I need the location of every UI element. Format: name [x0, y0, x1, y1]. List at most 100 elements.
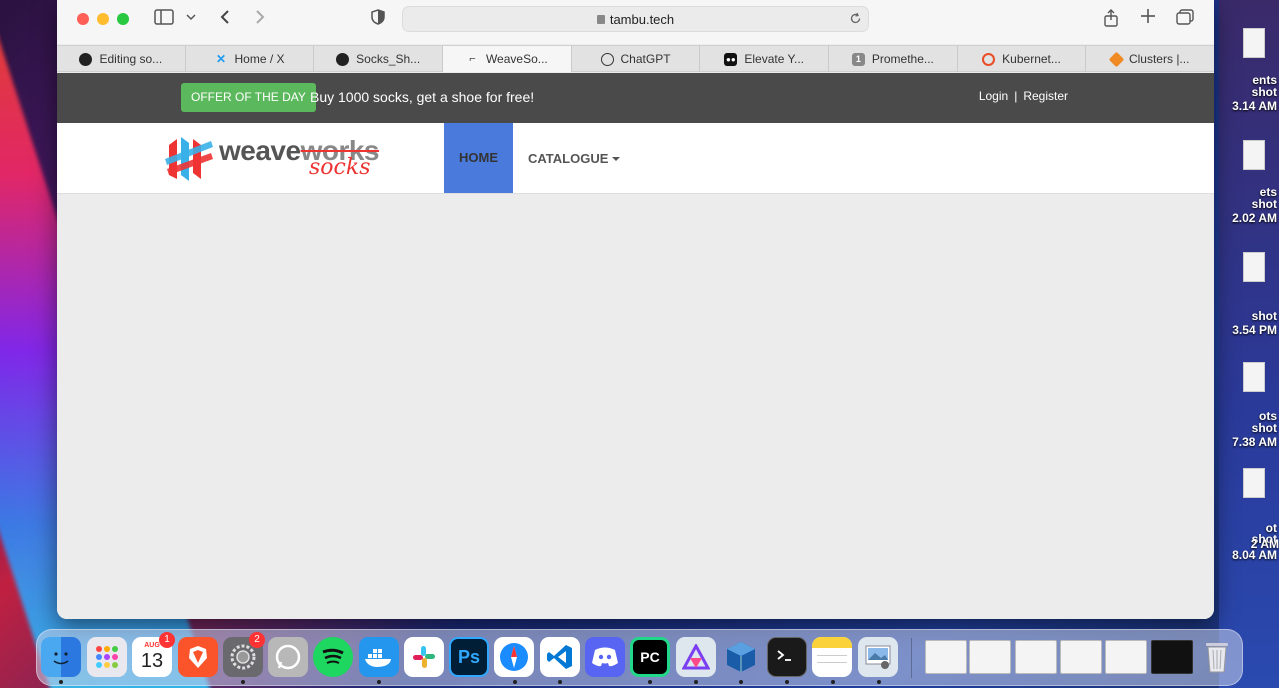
desktop-file-label: 3.54 PM: [1232, 323, 1277, 337]
spotify-icon[interactable]: [313, 637, 353, 677]
docker-icon[interactable]: [359, 637, 399, 677]
running-indicator: [513, 680, 517, 684]
medium-icon: ●●: [724, 52, 738, 66]
tab-github-socks[interactable]: Socks_Sh...: [314, 46, 444, 72]
virtualbox-icon[interactable]: [721, 637, 761, 677]
offer-badge[interactable]: OFFER OF THE DAY: [181, 83, 316, 112]
cube-icon: [1108, 51, 1125, 67]
whatsapp-icon[interactable]: [268, 637, 308, 677]
desktop-file-icon[interactable]: [1243, 468, 1265, 498]
offer-text: Buy 1000 socks, get a shoe for free!: [310, 89, 535, 105]
calendar-badge: 1: [159, 632, 175, 648]
reload-icon[interactable]: [849, 12, 862, 30]
discord-icon[interactable]: [585, 637, 625, 677]
dock-separator: [911, 638, 912, 678]
url-text: tambu.tech: [609, 12, 675, 27]
tab-chatgpt[interactable]: ChatGPT: [572, 46, 701, 72]
running-indicator: [648, 680, 652, 684]
tab-clusters[interactable]: Clusters |...: [1086, 46, 1214, 72]
desktop-file-label: 7.38 AM: [1232, 435, 1277, 449]
launchpad-icon[interactable]: [87, 637, 127, 677]
desktop-file-icon[interactable]: [1243, 28, 1265, 58]
login-link[interactable]: Login: [979, 89, 1008, 103]
brave-icon[interactable]: [178, 637, 218, 677]
logo-weave: weave: [219, 135, 301, 166]
tab-x-home[interactable]: ✕ Home / X: [186, 46, 315, 72]
tab-prometheus[interactable]: 1 Promethe...: [829, 46, 958, 72]
back-icon[interactable]: [217, 9, 233, 29]
tab-bar: Editing so... ✕ Home / X Socks_Sh... ⌐ W…: [57, 45, 1214, 72]
github-icon: [336, 52, 350, 66]
forward-icon[interactable]: [252, 9, 268, 29]
desktop-file-label: shot: [1251, 85, 1277, 99]
running-indicator: [785, 680, 789, 684]
desktop-file-label: 3.14 AM: [1232, 99, 1277, 113]
notes-icon[interactable]: [812, 637, 852, 677]
running-indicator: [59, 680, 63, 684]
finder-icon[interactable]: [41, 637, 81, 677]
address-bar[interactable]: tambu.tech: [402, 6, 869, 32]
tab-github-editing[interactable]: Editing so...: [57, 46, 186, 72]
weaveworks-socks-logo[interactable]: weaveworks socks: [165, 133, 405, 185]
vscode-icon[interactable]: [540, 637, 580, 677]
photoshop-icon[interactable]: Ps: [449, 637, 489, 677]
tab-weavesocks[interactable]: ⌐ WeaveSo...: [443, 46, 572, 72]
offer-bar: OFFER OF THE DAY Buy 1000 socks, get a s…: [57, 73, 1214, 123]
safari-icon[interactable]: [494, 637, 534, 677]
desktop-file-label: shot: [1251, 309, 1277, 323]
tab-label: Promethe...: [871, 52, 934, 66]
sidebar-toggle-icon[interactable]: [153, 9, 175, 29]
desktop-file-label: shot: [1251, 421, 1277, 435]
nav-catalogue[interactable]: CATALOGUE: [528, 151, 621, 166]
terminal-icon[interactable]: [767, 637, 807, 677]
nav-home[interactable]: HOME: [444, 123, 513, 193]
minimized-window-thumbnail[interactable]: [1151, 640, 1193, 674]
web-page: OFFER OF THE DAY Buy 1000 socks, get a s…: [57, 73, 1214, 619]
minimized-window-thumbnail[interactable]: [969, 640, 1011, 674]
tab-kubernetes[interactable]: Kubernet...: [958, 46, 1087, 72]
share-icon[interactable]: [1102, 9, 1120, 29]
new-tab-icon[interactable]: [1139, 9, 1157, 29]
desktop-file-icon[interactable]: [1243, 140, 1265, 170]
minimized-window-thumbnail[interactable]: [925, 640, 967, 674]
browser-window: tambu.tech Editing so... ✕ Home / X Sock…: [57, 0, 1214, 619]
close-window-button[interactable]: [77, 13, 89, 25]
weaveworks-mark-icon: [165, 137, 213, 181]
slack-icon[interactable]: [404, 637, 444, 677]
tab-label: Clusters |...: [1128, 52, 1190, 66]
desktop-file-icon[interactable]: [1243, 252, 1265, 282]
maximize-window-button[interactable]: [117, 13, 129, 25]
number-badge-icon: 1: [851, 52, 865, 66]
title-bar: tambu.tech: [57, 0, 1214, 44]
minimized-window-thumbnail[interactable]: [1060, 640, 1102, 674]
pycharm-icon[interactable]: PC: [630, 637, 670, 677]
x-icon: ✕: [215, 52, 227, 66]
tab-medium[interactable]: ●● Elevate Y...: [700, 46, 830, 72]
affinity-icon[interactable]: [676, 637, 716, 677]
desktop-file-icon[interactable]: [1243, 362, 1265, 392]
calendar-month: AUG: [144, 642, 160, 649]
tab-overview-icon[interactable]: [1175, 9, 1195, 29]
preview-icon[interactable]: [858, 637, 898, 677]
tab-label: Home / X: [234, 52, 285, 66]
privacy-shield-icon[interactable]: [369, 9, 387, 29]
trash-icon[interactable]: [1197, 637, 1237, 677]
minimized-window-thumbnail[interactable]: [1015, 640, 1057, 674]
chevron-down-icon[interactable]: [185, 9, 197, 29]
nav-catalogue-label: CATALOGUE: [528, 151, 609, 166]
chatgpt-icon: [600, 52, 614, 66]
caret-down-icon: [612, 157, 621, 161]
minimized-window-thumbnail[interactable]: [1105, 640, 1147, 674]
register-link[interactable]: Register: [1023, 89, 1068, 103]
running-indicator: [877, 680, 881, 684]
tab-label: WeaveSo...: [485, 52, 548, 66]
tab-label: Kubernet...: [1002, 52, 1061, 66]
desktop-file-label: 2.02 AM: [1232, 211, 1277, 225]
running-indicator: [739, 680, 743, 684]
address-text: tambu.tech: [403, 12, 868, 27]
minimize-window-button[interactable]: [97, 13, 109, 25]
logo-socks: socks: [309, 155, 371, 180]
running-indicator: [831, 680, 835, 684]
running-indicator: [377, 680, 381, 684]
desktop-file-label: shot: [1251, 197, 1277, 211]
